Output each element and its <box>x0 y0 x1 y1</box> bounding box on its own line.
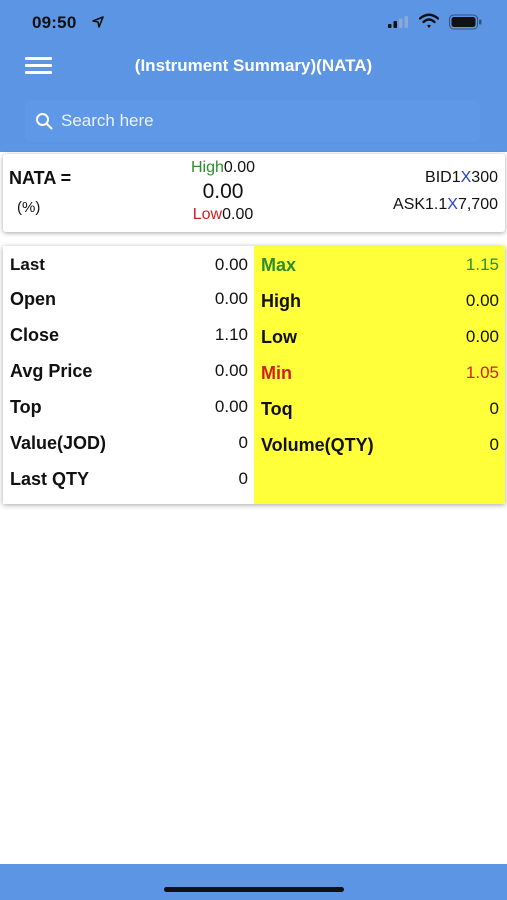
bid-line: BID1X300 <box>425 169 498 187</box>
bid-qty: 1 <box>451 169 461 186</box>
stat-label: Top <box>10 397 42 417</box>
wifi-icon <box>419 13 439 28</box>
stat-value: 0 <box>489 399 499 418</box>
stat-value: 0.00 <box>465 291 499 310</box>
stat-value: 0 <box>489 435 499 454</box>
stat-value: 1.10 <box>214 325 248 344</box>
stat-label: Volume(QTY) <box>261 435 374 455</box>
stat-value: 0.00 <box>465 327 499 346</box>
stats-card: Last 0.00 Open 0.00 Close 1.10 Avg Price… <box>3 246 505 504</box>
percent-label: (%) <box>17 199 41 216</box>
ask-separator: X <box>447 196 458 213</box>
stat-value: 1.05 <box>465 363 499 382</box>
low-label: Low <box>192 206 223 223</box>
stat-value: 0 <box>238 469 248 488</box>
stat-label: High <box>261 291 301 311</box>
stat-row-last-qty: Last QTY 0 <box>3 469 254 505</box>
stat-label: Toq <box>261 399 293 419</box>
high-label: High <box>190 159 224 176</box>
stat-row-last: Last 0.00 <box>3 255 254 291</box>
low-line: Low0.00 <box>178 206 268 224</box>
stat-value: 0.00 <box>214 361 248 380</box>
bid-price: 300 <box>471 169 498 186</box>
high-line: High0.00 <box>178 159 268 177</box>
stat-label: Max <box>261 255 297 275</box>
stat-value: 0.00 <box>214 397 248 416</box>
stat-row-avg-price: Avg Price 0.00 <box>3 361 254 397</box>
stat-row-toq: Toq 0 <box>254 399 505 435</box>
symbol-label: NATA = <box>9 168 72 188</box>
search-input[interactable] <box>61 108 461 134</box>
stat-value: 0.00 <box>214 255 248 274</box>
stat-row-min: Min 1.05 <box>254 363 505 399</box>
stat-row-high: High 0.00 <box>254 291 505 327</box>
battery-icon <box>449 14 482 30</box>
high-value: 0.00 <box>223 159 256 176</box>
status-time: 09:50 <box>32 13 77 32</box>
stat-row-top: Top 0.00 <box>3 397 254 433</box>
stat-label: Low <box>261 327 297 347</box>
home-indicator[interactable] <box>164 887 344 892</box>
stat-label: Close <box>10 325 60 345</box>
ask-price: 7,700 <box>457 196 498 213</box>
ask-line: ASK1.1X7,700 <box>393 196 498 214</box>
instrument-summary-card: NATA = (%) High0.00 0.00 Low0.00 BID1X30… <box>3 154 505 232</box>
stat-row-close: Close 1.10 <box>3 325 254 361</box>
status-bar: 09:50 <box>0 0 507 44</box>
last-price: 0.00 <box>202 180 244 203</box>
search-bar[interactable] <box>25 100 480 142</box>
stat-label: Open <box>10 289 57 309</box>
bid-label: BID <box>425 169 452 186</box>
bid-separator: X <box>460 169 472 186</box>
stat-value: 1.15 <box>465 255 499 274</box>
page-title: (Instrument Summary)(NATA) <box>134 56 373 75</box>
search-icon <box>36 113 53 130</box>
ask-qty: 1.1 <box>425 196 448 213</box>
stat-value: 0.00 <box>214 289 248 308</box>
stat-row-max: Max 1.15 <box>254 255 505 291</box>
location-arrow-icon <box>92 16 104 28</box>
ask-label: ASK <box>393 196 426 213</box>
stat-row-low: Low 0.00 <box>254 327 505 363</box>
stat-label: Value(JOD) <box>10 433 107 453</box>
stat-label: Avg Price <box>10 361 93 381</box>
menu-icon[interactable] <box>25 56 53 76</box>
stat-label: Min <box>261 363 292 383</box>
stat-label: Last QTY <box>10 469 90 489</box>
stat-value: 0 <box>238 433 248 452</box>
app-header: 09:50 (Instrument Summary)(NATA) <box>0 0 507 152</box>
stat-row-value-jod: Value(JOD) 0 <box>3 433 254 469</box>
bottom-bar <box>0 864 507 900</box>
stat-label: Last <box>10 255 45 274</box>
stat-row-open: Open 0.00 <box>3 289 254 325</box>
stat-row-volume-qty: Volume(QTY) 0 <box>254 435 505 471</box>
low-value: 0.00 <box>222 206 254 223</box>
signal-icon <box>388 16 408 28</box>
